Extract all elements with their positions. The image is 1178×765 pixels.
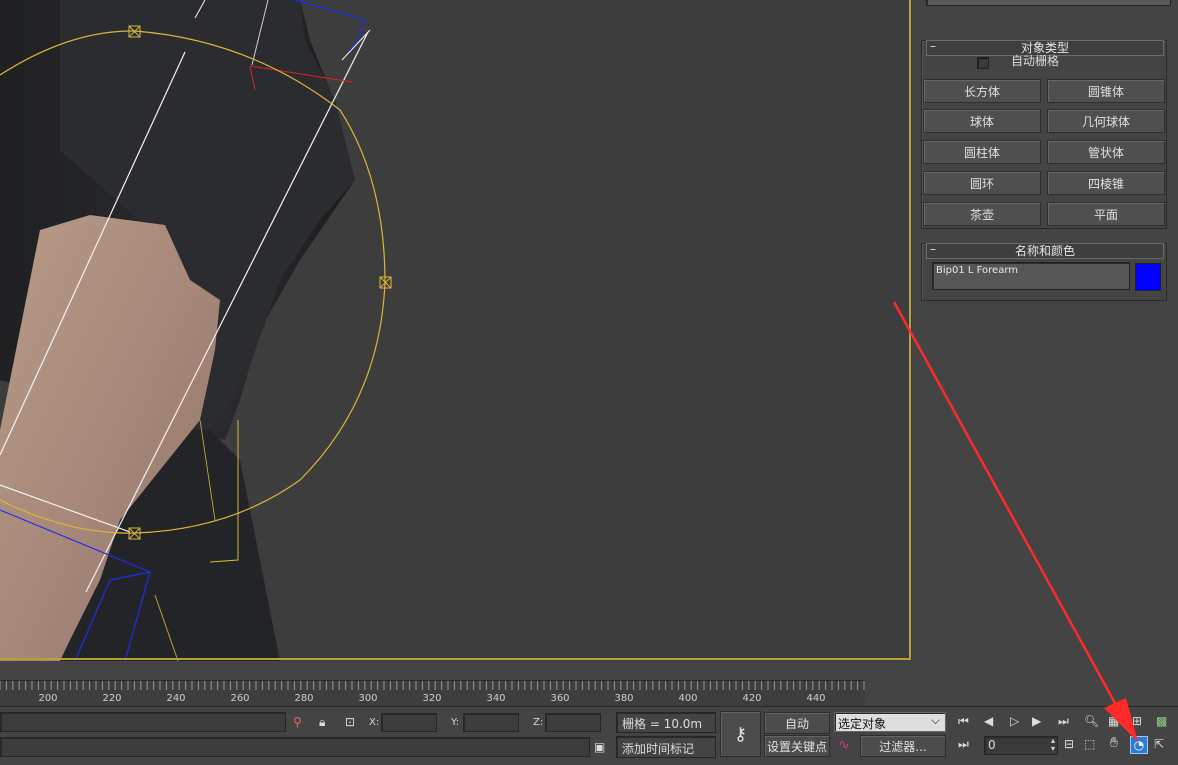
annotation-arrow <box>892 301 1138 742</box>
